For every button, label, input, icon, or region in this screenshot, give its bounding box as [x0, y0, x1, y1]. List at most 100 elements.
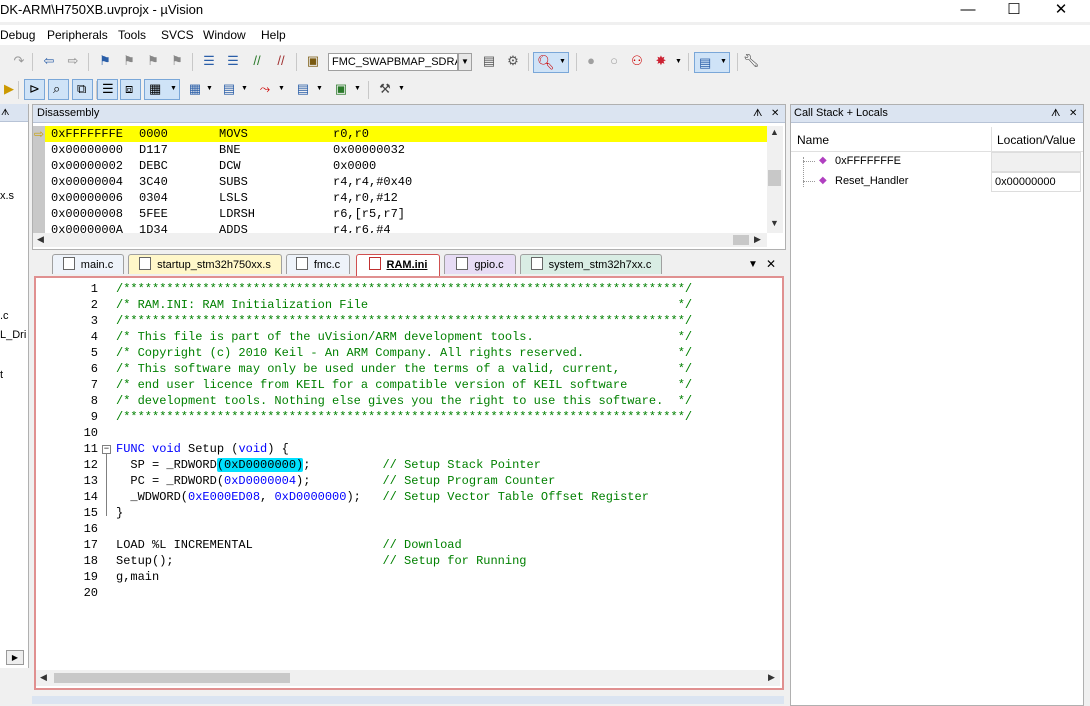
callstack-window-button[interactable]: ⧈ [120, 79, 141, 100]
debug-button[interactable]: 🔍︎ ▼ [533, 52, 569, 73]
code-line[interactable]: /***************************************… [116, 314, 692, 328]
prev-bookmark-icon[interactable]: ⚑ [120, 52, 138, 70]
comment-icon[interactable]: // [248, 52, 266, 70]
hscroll-thumb[interactable] [733, 235, 749, 245]
code-line[interactable]: PC = _RDWORD(0xD0000004); // Setup Progr… [116, 474, 555, 488]
menu-debug[interactable]: Debug [0, 28, 35, 42]
breakpoint-all-icon[interactable]: ✸ [652, 52, 670, 70]
tab-startup[interactable]: startup_stm32h750xx.s [128, 254, 282, 274]
scroll-left-icon[interactable]: ◀ [37, 234, 44, 245]
project-file-fragment[interactable]: t [0, 369, 3, 381]
options-icon[interactable]: ▤ [480, 52, 498, 70]
load-icon[interactable]: ▣ [304, 52, 322, 70]
menu-peripherals[interactable]: Peripherals [47, 28, 108, 42]
code-line[interactable]: /* This software may only be used under … [116, 362, 692, 376]
code-line[interactable]: /* Copyright (c) 2010 Keil - An ARM Comp… [116, 346, 692, 360]
code-line[interactable]: /***************************************… [116, 410, 692, 424]
chevron-down-icon[interactable]: ▼ [675, 58, 682, 65]
code-line[interactable]: Setup(); // Setup for Running [116, 554, 526, 568]
scroll-right-icon[interactable]: ▶ [754, 234, 761, 245]
chevron-down-icon[interactable]: ▼ [316, 85, 323, 92]
disassembly-hscrollbar[interactable]: ◀ ▶ [33, 233, 767, 247]
menu-window[interactable]: Window [203, 28, 246, 42]
chevron-down-icon[interactable]: ▼ [278, 85, 285, 92]
menu-tools[interactable]: Tools [118, 28, 146, 42]
code-line[interactable]: _WDWORD(0xE000ED08, 0xD0000000); // Setu… [116, 490, 649, 504]
kill-breakpoints-icon[interactable]: ⚇ [628, 52, 646, 70]
code-line[interactable]: /* development tools. Nothing else gives… [116, 394, 692, 408]
breakpoint-icon[interactable]: ● [582, 52, 600, 70]
code-line[interactable]: /***************************************… [116, 282, 692, 296]
toolbox-icon[interactable]: ⚒ [376, 80, 394, 98]
disassembly-vscrollbar[interactable]: ▲ ▼ [767, 126, 783, 233]
run-arrow-icon[interactable]: ▶ [0, 80, 18, 98]
maximize-button[interactable]: ☐ [991, 0, 1037, 22]
fold-toggle-icon[interactable]: − [102, 445, 111, 454]
registers-window-button[interactable]: ☰ [97, 79, 118, 100]
redo-icon[interactable]: ↷ [10, 52, 28, 70]
close-icon[interactable]: ✕ [1069, 105, 1077, 122]
chevron-down-icon[interactable]: ▼ [354, 85, 361, 92]
tab-ram-ini[interactable]: RAM.ini [356, 254, 440, 276]
code-line[interactable]: /* RAM.INI: RAM Initialization File */ [116, 298, 692, 312]
tab-list-dropdown-icon[interactable]: ▼ [748, 259, 758, 270]
code-line[interactable]: LOAD %L INCREMENTAL // Download [116, 538, 462, 552]
tab-system-stm32h7xx-c[interactable]: system_stm32h7xx.c [520, 254, 662, 274]
memory-icon[interactable]: ▦ [186, 80, 204, 98]
scroll-down-icon[interactable]: ▼ [770, 218, 779, 228]
chevron-down-icon[interactable]: ▼ [206, 85, 213, 92]
callstack-row[interactable]: ◆ 0xFFFFFFFE [791, 152, 1083, 172]
hscroll-thumb[interactable] [54, 673, 290, 683]
code-editor[interactable]: 1 /**************************************… [34, 276, 784, 690]
project-file-fragment[interactable]: L_Dri [0, 329, 26, 341]
project-file-fragment[interactable]: .c [0, 310, 9, 322]
command-window-button[interactable]: ⊳ [24, 79, 45, 100]
pin-icon[interactable]: ᗑ [1051, 105, 1060, 122]
close-icon[interactable]: ✕ [771, 105, 779, 122]
chevron-down-icon[interactable]: ▼ [398, 85, 405, 92]
target-select[interactable]: FMC_SWAPBMAP_SDRAM [328, 53, 458, 71]
menu-help[interactable]: Help [261, 28, 286, 42]
analysis-icon[interactable]: ⤳ [256, 80, 274, 98]
vscroll-thumb[interactable] [768, 170, 781, 186]
tab-main-c[interactable]: main.c [52, 254, 124, 274]
chevron-down-icon[interactable]: ▼ [241, 85, 248, 92]
symbols-window-button[interactable]: ⧉ [72, 79, 93, 100]
project-file-fragment[interactable]: x.s [0, 190, 14, 202]
scroll-left-icon[interactable]: ◀ [40, 672, 47, 683]
system-viewer-icon[interactable]: ▣ [332, 80, 350, 98]
code-line[interactable]: /* This file is part of the uVision/ARM … [116, 330, 692, 344]
unindent-icon[interactable]: ☰ [224, 52, 242, 70]
tab-fmc-c[interactable]: fmc.c [286, 254, 350, 274]
nav-back-icon[interactable]: ⇦ [40, 52, 58, 70]
watch-window-button[interactable]: ▦ ▼ [144, 79, 180, 100]
window-layout-button[interactable]: ▤ ▼ [694, 52, 730, 73]
wrench-icon[interactable]: 🔧︎ [742, 52, 760, 70]
editor-hscrollbar[interactable]: ◀ ▶ [36, 670, 780, 686]
code-line[interactable]: /* end user licence from KEIL for a comp… [116, 378, 692, 392]
code-line[interactable]: g,main [116, 570, 159, 584]
nav-forward-icon[interactable]: ⇨ [64, 52, 82, 70]
manage-icon[interactable]: ⚙ [504, 52, 522, 70]
scroll-up-icon[interactable]: ▲ [770, 127, 779, 137]
scroll-right-icon[interactable]: ▶ [768, 672, 775, 683]
code-line[interactable]: } [116, 506, 123, 520]
minimize-button[interactable]: — [945, 0, 991, 22]
trace-icon[interactable]: ▤ [294, 80, 312, 98]
close-button[interactable]: ✕ [1038, 0, 1084, 22]
code-line[interactable]: SP = _RDWORD(0xD0000000); // Setup Stack… [116, 458, 541, 472]
code-line[interactable]: FUNC void Setup (void) { [116, 442, 289, 456]
clear-bookmarks-icon[interactable]: ⚑ [168, 52, 186, 70]
tab-gpio-c[interactable]: gpio.c [444, 254, 516, 274]
menu-svcs[interactable]: SVCS [161, 28, 194, 42]
column-name[interactable]: Name [797, 133, 829, 147]
close-icon[interactable]: ✕ [766, 257, 776, 271]
uncomment-icon[interactable]: // [272, 52, 290, 70]
column-location[interactable]: Location/Value [997, 133, 1076, 147]
indent-icon[interactable]: ☰ [200, 52, 218, 70]
disassembly-window-button[interactable]: ⌕ [48, 79, 69, 100]
pin-icon[interactable]: ᗑ [0, 107, 9, 117]
target-dropdown-icon[interactable]: ▼ [458, 53, 472, 71]
callstack-row[interactable]: ◆ Reset_Handler 0x00000000 [791, 172, 1083, 192]
breakpoint-disable-icon[interactable]: ○ [605, 52, 623, 70]
